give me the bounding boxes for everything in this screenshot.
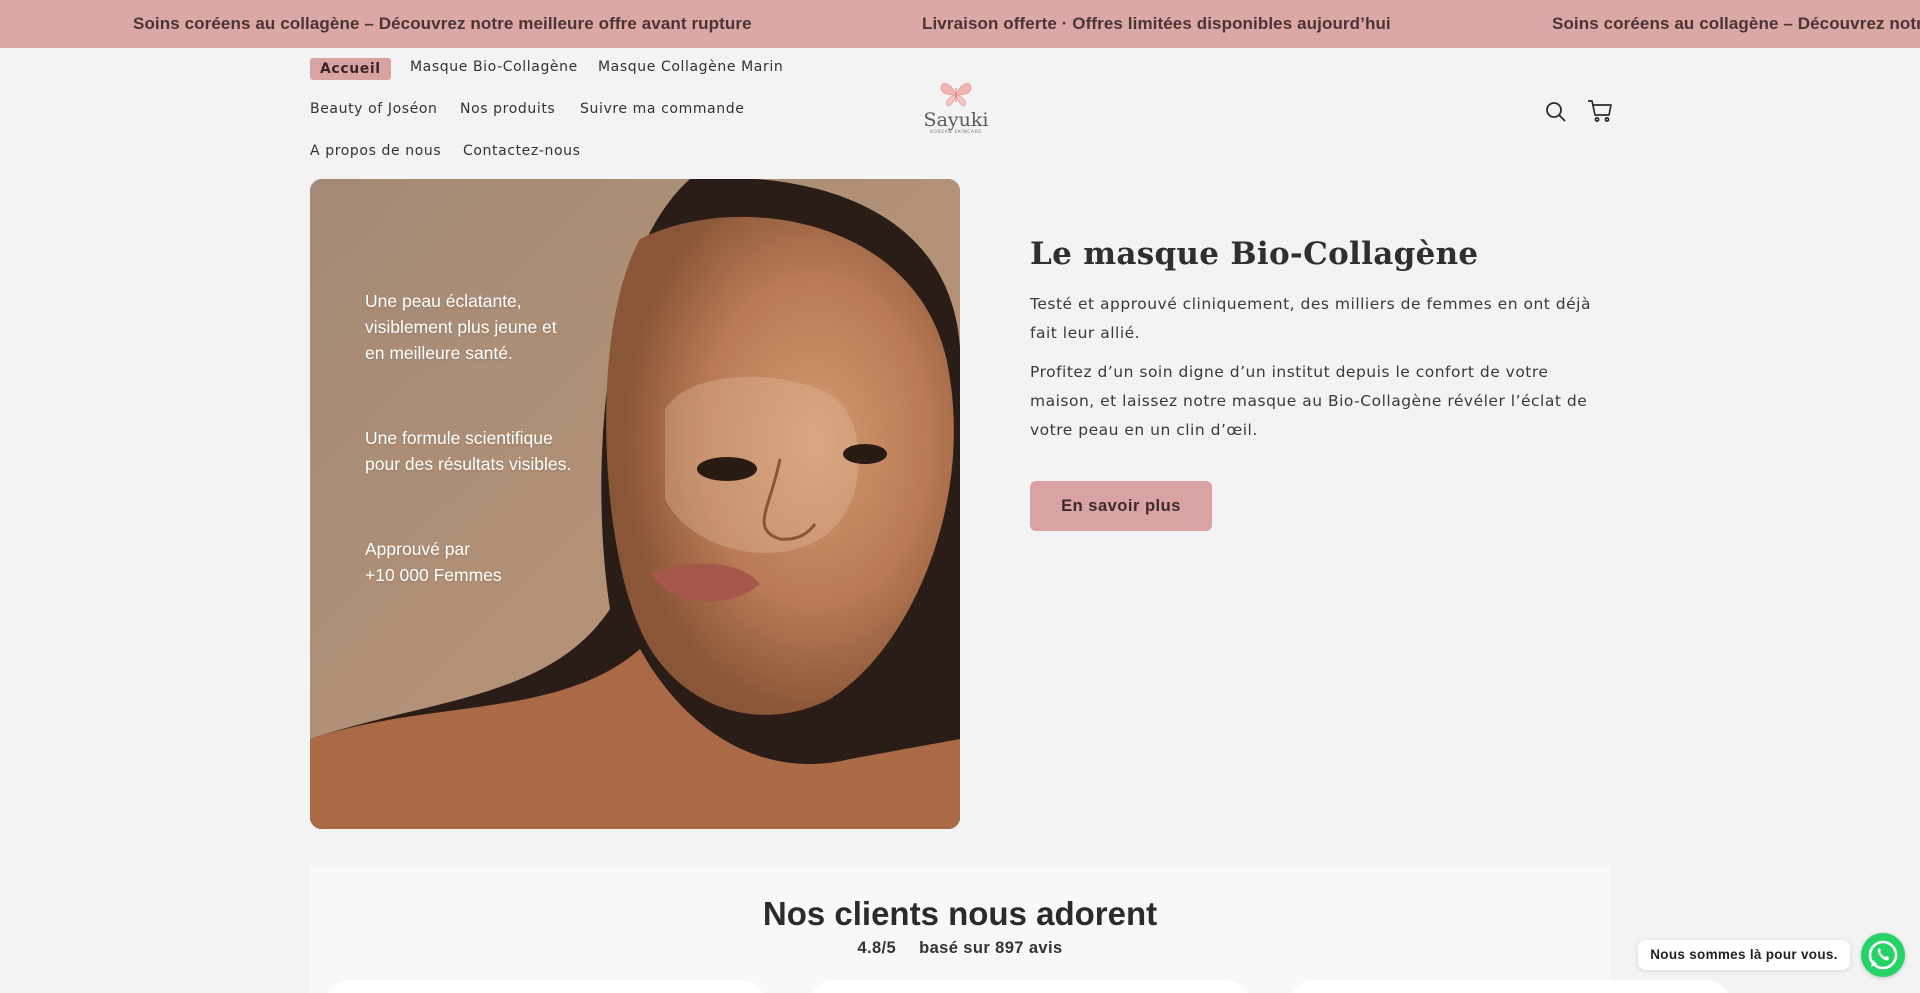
hero-text: Le masque Bio-Collagène Testé et approuv… (1030, 236, 1600, 445)
nav-item-masque-bio-collagene[interactable]: Masque Bio-Collagène (410, 59, 578, 75)
nav-item-suivre-commande[interactable]: Suivre ma commande (580, 101, 744, 117)
hero-image: Une peau éclatante, visiblement plus jeu… (310, 179, 960, 829)
nav-item-masque-collagene-marin[interactable]: Masque Collagène Marin (598, 59, 783, 75)
learn-more-button[interactable]: En savoir plus (1030, 481, 1212, 531)
hero-paragraph: Testé et approuvé cliniquement, des mill… (1030, 295, 1591, 342)
hero-paragraph: Profitez d’un soin digne d’un institut d… (1030, 363, 1588, 439)
logo-tagline: KOREAN SKINCARE (930, 130, 982, 135)
rating-score: 4.8/5 (857, 939, 897, 957)
cart-icon[interactable] (1587, 99, 1613, 127)
nav-item-a-propos[interactable]: A propos de nous (310, 143, 441, 159)
search-icon[interactable] (1545, 101, 1567, 127)
hero-title: Le masque Bio-Collagène (1030, 236, 1479, 272)
rating-count: basé sur 897 avis (919, 939, 1063, 957)
logo[interactable]: Sayuki KOREAN SKINCARE (922, 80, 990, 142)
nav-item-accueil[interactable]: Accueil (310, 58, 391, 80)
whatsapp-icon[interactable] (1861, 933, 1905, 977)
chat-bubble[interactable]: Nous sommes là pour vous. (1638, 940, 1850, 970)
review-card (810, 980, 1250, 993)
reviews-rating: 4.8/5 basé sur 897 avis (310, 939, 1610, 958)
review-card (1290, 980, 1730, 993)
hero-callout: Une peau éclatante, visiblement plus jeu… (365, 291, 557, 363)
hero-callout: Approuvé par +10 000 Femmes (365, 539, 502, 585)
logo-name: Sayuki (923, 109, 989, 131)
review-card (325, 980, 765, 993)
nav-item-contact[interactable]: Contactez-nous (463, 143, 581, 159)
reviews-title: Nos clients nous adorent (762, 895, 1158, 932)
nav-item-nos-produits[interactable]: Nos produits (460, 101, 555, 117)
hero-callout: Une formule scientifique pour des résult… (365, 428, 572, 474)
model-portrait-image (310, 179, 960, 829)
butterfly-icon (940, 83, 972, 107)
nav-item-beauty-of-joseon[interactable]: Beauty of Joséon (310, 101, 437, 117)
reviews-section: Nos clients nous adorent 4.8/5 basé sur … (310, 865, 1730, 993)
